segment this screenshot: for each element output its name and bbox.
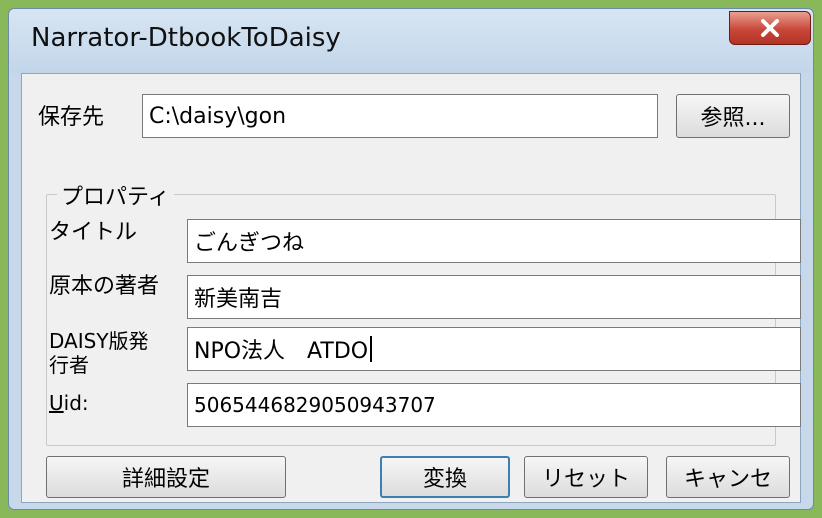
window-title: Narrator-DtbookToDaisy bbox=[31, 23, 341, 53]
original-author-label: 原本の著者 bbox=[49, 274, 160, 299]
title-label: タイトル bbox=[49, 220, 138, 245]
save-destination-label: 保存先 bbox=[38, 105, 105, 130]
dialog-client-area: 保存先 C:\daisy\gon 参照... プロパティ タイトル ごんぎつね … bbox=[21, 73, 801, 503]
daisy-publisher-value: NPO法人 ATDO bbox=[194, 339, 369, 364]
uid-label: Uid: bbox=[49, 391, 89, 415]
save-destination-input[interactable]: C:\daisy\gon bbox=[142, 94, 658, 138]
dialog-window: Narrator-DtbookToDaisy 保存先 C:\daisy\gon … bbox=[8, 8, 814, 510]
original-author-field[interactable]: 新美南吉 bbox=[187, 275, 801, 319]
details-settings-button[interactable]: 詳細設定 bbox=[46, 456, 286, 498]
text-caret bbox=[370, 336, 373, 362]
convert-button[interactable]: 変換 bbox=[380, 456, 510, 498]
browse-button[interactable]: 参照... bbox=[676, 94, 790, 138]
uid-label-text: id: bbox=[63, 391, 89, 415]
uid-field[interactable]: 5065446829050943707 bbox=[187, 383, 801, 427]
cancel-button[interactable]: キャンセ bbox=[666, 456, 790, 498]
close-icon bbox=[761, 19, 779, 37]
properties-group: プロパティ タイトル ごんぎつね 原本の著者 新美南吉 DAISY版発行者 NP… bbox=[46, 179, 801, 446]
title-field[interactable]: ごんぎつね bbox=[187, 219, 801, 263]
uid-label-mnemonic: U bbox=[49, 391, 64, 415]
daisy-publisher-label: DAISY版発行者 bbox=[49, 329, 149, 377]
close-button[interactable] bbox=[729, 11, 811, 45]
reset-button[interactable]: リセット bbox=[524, 456, 648, 498]
title-bar[interactable]: Narrator-DtbookToDaisy bbox=[9, 9, 813, 73]
properties-group-title: プロパティ bbox=[57, 179, 174, 211]
daisy-publisher-field[interactable]: NPO法人 ATDO bbox=[187, 327, 801, 371]
